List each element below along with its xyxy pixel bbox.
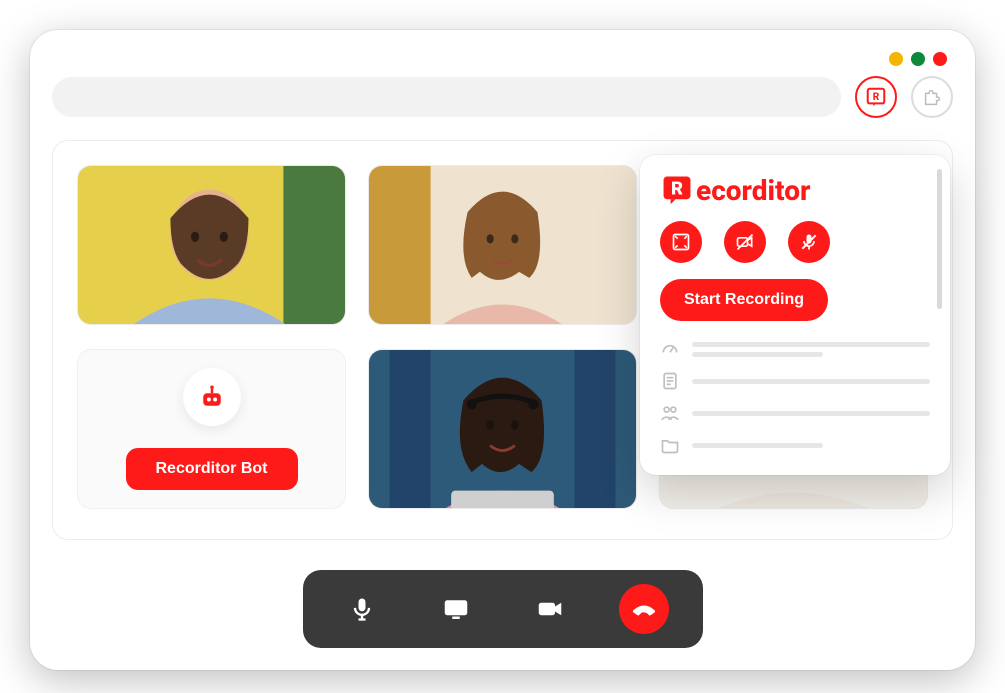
- call-controls-bar: [303, 570, 703, 648]
- recorditor-logo-text: ecorditor: [696, 174, 810, 207]
- fullscreen-icon: [671, 232, 691, 252]
- recorditor-panel: R ecorditor Start Recordi: [640, 155, 950, 475]
- participant-video-5: [369, 350, 636, 508]
- camera-button[interactable]: [525, 584, 575, 634]
- mic-icon: [348, 595, 376, 623]
- people-icon: [660, 403, 680, 423]
- panel-scrollbar[interactable]: [937, 169, 942, 309]
- panel-menu: [660, 339, 930, 455]
- recording-options: [660, 221, 930, 263]
- panel-menu-item-recordings[interactable]: [660, 435, 930, 455]
- gauge-icon: [660, 339, 680, 359]
- robot-icon: [197, 382, 227, 412]
- mic-off-option[interactable]: [788, 221, 830, 263]
- hangup-icon: [630, 595, 658, 623]
- close-dot[interactable]: [933, 52, 947, 66]
- bot-avatar: [183, 368, 241, 426]
- panel-menu-item-dashboard[interactable]: [660, 339, 930, 359]
- screen-icon: [441, 594, 471, 624]
- browser-toolbar: R: [52, 76, 953, 118]
- recorditor-bot-tile: Recorditor Bot: [77, 349, 346, 509]
- minimize-dot[interactable]: [889, 52, 903, 66]
- panel-menu-item-participants[interactable]: [660, 403, 930, 423]
- camera-off-icon: [735, 232, 755, 252]
- recorditor-bot-button[interactable]: Recorditor Bot: [126, 448, 298, 490]
- window-titlebar: [52, 48, 953, 76]
- puzzle-icon: [921, 86, 943, 108]
- camera-off-option[interactable]: [724, 221, 766, 263]
- fullscreen-option[interactable]: [660, 221, 702, 263]
- recorditor-logo: R ecorditor: [660, 173, 930, 207]
- recorditor-logo-icon: R: [660, 173, 694, 207]
- participant-tile-1[interactable]: [77, 165, 346, 325]
- extensions-button[interactable]: [911, 76, 953, 118]
- participant-video-1: [78, 166, 345, 324]
- document-icon: [660, 371, 680, 391]
- svg-text:R: R: [873, 92, 880, 103]
- camera-icon: [535, 594, 565, 624]
- recorditor-r-icon: R: [865, 86, 887, 108]
- maximize-dot[interactable]: [911, 52, 925, 66]
- share-screen-button[interactable]: [431, 584, 481, 634]
- hangup-button[interactable]: [619, 584, 669, 634]
- folder-icon: [660, 435, 680, 455]
- start-recording-button[interactable]: Start Recording: [660, 279, 828, 321]
- participant-tile-5[interactable]: [368, 349, 637, 509]
- participant-tile-2[interactable]: [368, 165, 637, 325]
- address-bar[interactable]: [52, 77, 841, 117]
- participant-video-2: [369, 166, 636, 324]
- recorditor-extension-button[interactable]: R: [855, 76, 897, 118]
- mic-off-icon: [799, 232, 819, 252]
- panel-menu-item-transcript[interactable]: [660, 371, 930, 391]
- mic-button[interactable]: [337, 584, 387, 634]
- svg-text:R: R: [671, 178, 683, 199]
